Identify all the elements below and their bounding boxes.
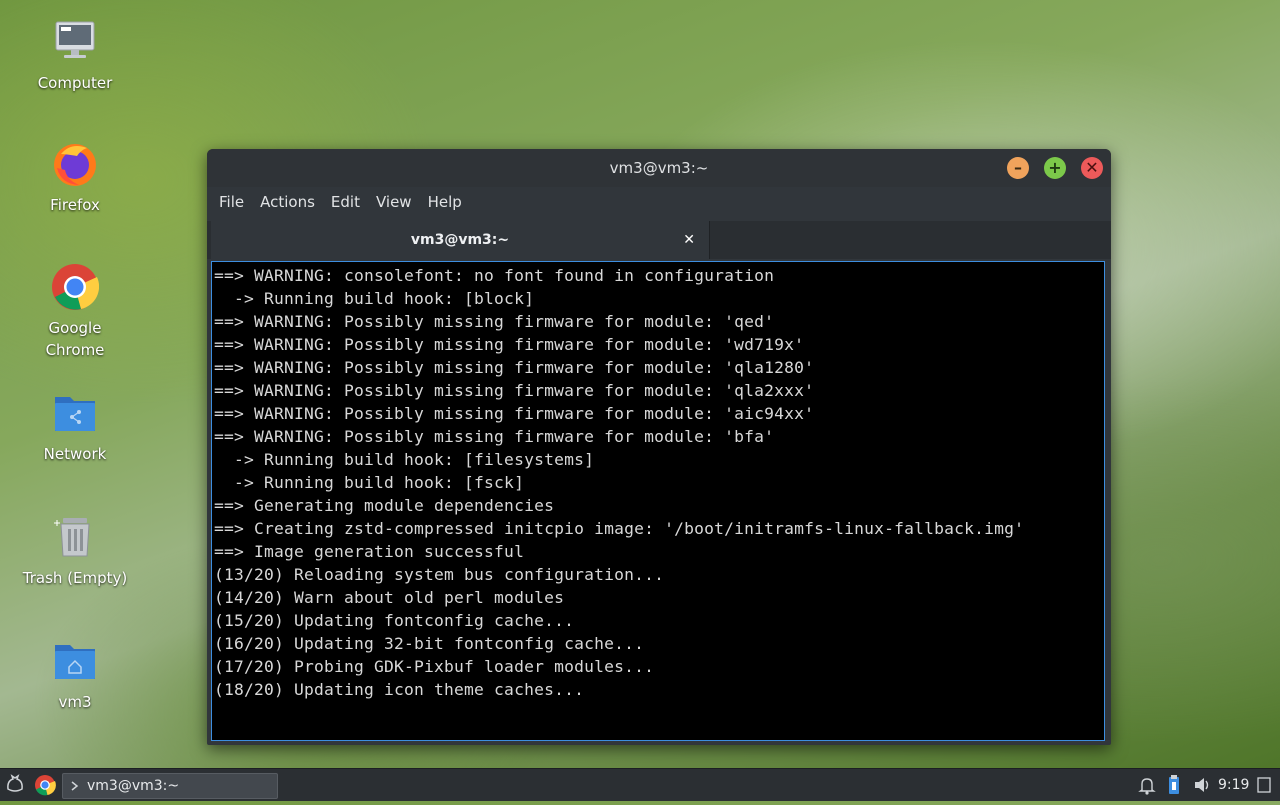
taskbar-chrome-launcher[interactable]	[34, 769, 56, 801]
terminal-line: -> Running build hook: [block]	[214, 289, 535, 308]
taskbar: vm3@vm3:~ 9:19	[0, 768, 1280, 801]
chrome-icon	[35, 775, 56, 796]
notification-bell-icon[interactable]	[1138, 769, 1156, 801]
desktop-icon-computer[interactable]: Computer	[5, 18, 145, 94]
terminal-line: (17/20) Probing GDK-Pixbuf loader module…	[214, 657, 655, 676]
menu-help[interactable]: Help	[420, 187, 470, 217]
trash-icon	[51, 513, 99, 561]
terminal-line: (13/20) Reloading system bus configurati…	[214, 565, 665, 584]
task-label: vm3@vm3:~	[87, 778, 180, 794]
desktop-icon-vm3[interactable]: vm3	[5, 637, 145, 713]
desktop-icon-label: vm3	[58, 693, 92, 711]
terminal-line: ==> WARNING: Possibly missing firmware f…	[214, 312, 775, 331]
home-folder-icon	[51, 637, 99, 685]
show-desktop-icon[interactable]	[1256, 769, 1272, 801]
terminal-output[interactable]: ==> WARNING: consolefont: no font found …	[211, 261, 1105, 741]
terminal-line: ==> Creating zstd-compressed initcpio im…	[214, 519, 1025, 538]
menu-bar: File Actions Edit View Help	[207, 187, 1111, 217]
desktop-icon-label: Trash (Empty)	[22, 569, 128, 587]
desktop-icon-network[interactable]: Network	[5, 389, 145, 465]
desktop-icon-firefox[interactable]: Firefox	[5, 140, 145, 216]
terminal-icon	[71, 781, 79, 791]
menu-file[interactable]: File	[211, 187, 252, 217]
terminal-line: ==> WARNING: Possibly missing firmware f…	[214, 404, 815, 423]
network-folder-icon	[51, 389, 99, 437]
terminal-line: ==> WARNING: Possibly missing firmware f…	[214, 335, 805, 354]
terminal-line: -> Running build hook: [filesystems]	[214, 450, 595, 469]
app-launcher-button[interactable]	[4, 769, 28, 801]
desktop-icon-label: Computer	[37, 74, 113, 92]
computer-icon	[51, 18, 99, 66]
maximize-button[interactable]: +	[1044, 157, 1066, 179]
menu-view[interactable]: View	[368, 187, 420, 217]
terminal-line: (18/20) Updating icon theme caches...	[214, 680, 585, 699]
tab-title: vm3@vm3:~	[410, 232, 510, 248]
desktop-icon-label: Google Chrome	[45, 319, 105, 359]
desktop-icon-trash[interactable]: Trash (Empty)	[5, 513, 145, 589]
terminal-window: vm3@vm3:~ – + ✕ File Actions Edit View H…	[207, 149, 1111, 745]
firefox-icon	[51, 140, 99, 188]
terminal-line: (14/20) Warn about old perl modules	[214, 588, 565, 607]
terminal-line: ==> WARNING: Possibly missing firmware f…	[214, 358, 815, 377]
terminal-line: (16/20) Updating 32-bit fontconfig cache…	[214, 634, 645, 653]
tab-close-button[interactable]: ✕	[683, 221, 695, 259]
desktop-icon-google-chrome[interactable]: Google Chrome	[5, 263, 145, 361]
taskbar-task-terminal[interactable]: vm3@vm3:~	[62, 773, 278, 799]
terminal-line: ==> Generating module dependencies	[214, 496, 555, 515]
close-button[interactable]: ✕	[1081, 157, 1103, 179]
desktop-icon-label: Firefox	[50, 196, 100, 214]
terminal-line: ==> WARNING: Possibly missing firmware f…	[214, 381, 815, 400]
usb-icon[interactable]	[1166, 769, 1182, 801]
terminal-line: ==> WARNING: Possibly missing firmware f…	[214, 427, 775, 446]
volume-icon[interactable]	[1192, 769, 1212, 801]
window-title: vm3@vm3:~	[609, 159, 709, 177]
tab-terminal[interactable]: vm3@vm3:~ ✕	[211, 221, 710, 259]
menu-actions[interactable]: Actions	[252, 187, 323, 217]
window-titlebar[interactable]: vm3@vm3:~ – + ✕	[207, 149, 1111, 187]
desktop-icon-label: Network	[43, 445, 107, 463]
terminal-line: ==> Image generation successful	[214, 542, 525, 561]
chrome-icon	[51, 263, 100, 311]
terminal-line: ==> WARNING: consolefont: no font found …	[214, 266, 775, 285]
menu-edit[interactable]: Edit	[323, 187, 368, 217]
tab-bar: vm3@vm3:~ ✕	[207, 221, 1111, 259]
minimize-button[interactable]: –	[1007, 157, 1029, 179]
launcher-icon	[7, 774, 23, 792]
terminal-line: -> Running build hook: [fsck]	[214, 473, 525, 492]
terminal-line: (15/20) Updating fontconfig cache...	[214, 611, 575, 630]
clock[interactable]: 9:19	[1218, 769, 1249, 801]
